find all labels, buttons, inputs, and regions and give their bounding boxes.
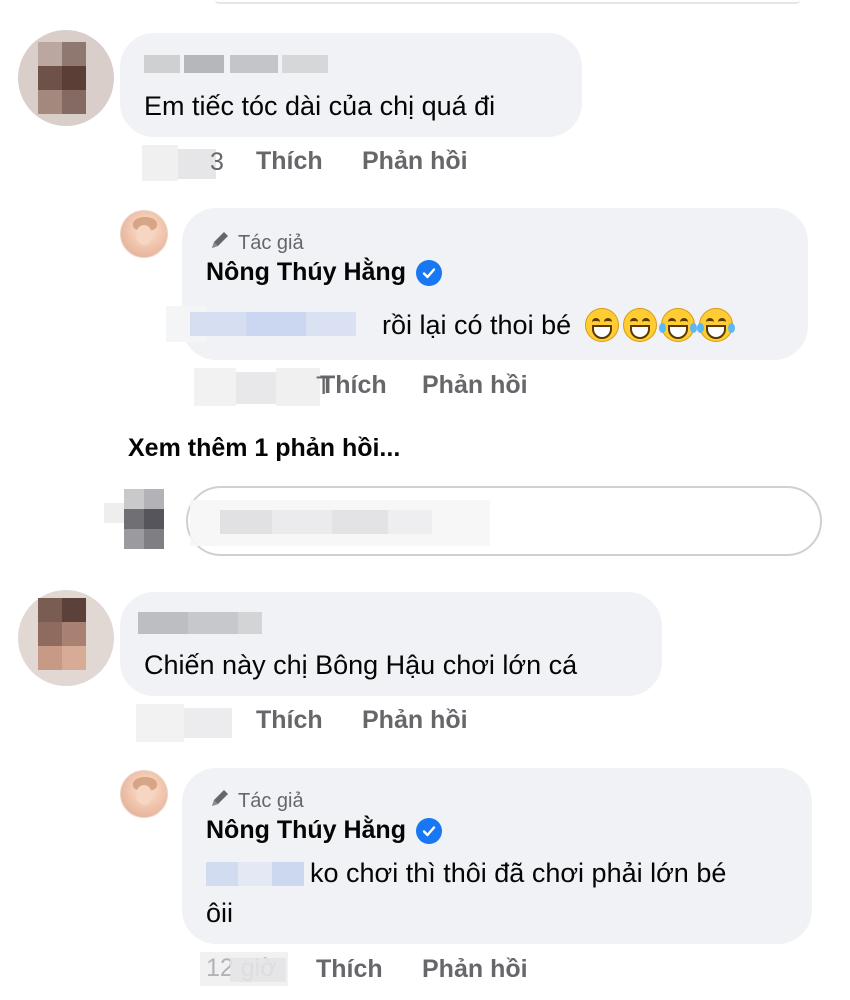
tears-of-joy-emoji [659,308,698,342]
grinning-face-emoji [585,308,620,342]
like-button[interactable]: Thích [316,955,383,984]
commenter-avatar[interactable] [18,590,114,686]
reply-bubble: Tác giả Nông Thúy Hằng ko chơi thì thôi … [182,768,812,944]
verified-check-icon [415,259,442,286]
view-more-replies-link[interactable]: Xem thêm 1 phản hồi... [128,434,400,463]
pencil-icon [208,228,232,258]
author-badge: Tác giả [208,786,304,816]
author-avatar[interactable] [120,210,168,258]
commenter-name-blurred[interactable] [138,608,262,638]
reply-time-blurred[interactable]: 12 giờ [200,952,288,986]
reply-button[interactable]: Phản hồi [362,706,468,735]
author-badge-label: Tác giả [238,789,304,812]
author-name[interactable]: Nông Thúy Hằng [206,258,442,287]
author-badge-label: Tác giả [238,231,304,254]
grinning-face-emoji [623,308,658,342]
reply-button[interactable]: Phản hồi [422,955,528,984]
commenter-avatar[interactable] [18,30,114,126]
current-user-avatar[interactable] [104,485,184,549]
reply-button[interactable]: Phản hồi [362,147,468,176]
like-button[interactable]: Thích [320,371,387,400]
comment-time-blurred[interactable]: 3 [142,145,224,181]
author-name[interactable]: Nông Thúy Hằng [206,816,442,845]
comment-text: Em tiếc tóc dài của chị quá đi [144,91,496,121]
commenter-name-blurred[interactable] [144,51,330,77]
tagged-name-blurred[interactable] [166,302,374,346]
like-button[interactable]: Thích [256,706,323,735]
reply-bubble: Tác giả Nông Thúy Hằng rồi lại có thoi b… [166,208,808,360]
author-badge: Tác giả [208,228,304,258]
tears-of-joy-emoji [697,308,736,342]
reply-button[interactable]: Phản hồi [422,371,528,400]
like-button[interactable]: Thích [256,147,323,176]
reply-text-line2: ôii [206,898,234,928]
reply-input-placeholder-blurred [190,500,490,546]
reply-text-line1: ko chơi thì thôi đã chơi phải lớn bé [310,858,727,888]
comment-bubble: Chiến này chị Bông Hậu chơi lớn cá [120,592,662,696]
comment-time-blurred[interactable] [136,704,232,742]
comment-bubble: Em tiếc tóc dài của chị quá đi [120,33,582,137]
author-avatar[interactable] [120,770,168,818]
reply-time-blurred[interactable]: T [194,368,331,406]
pencil-icon [208,786,232,816]
tagged-name-blurred[interactable] [206,858,306,890]
comment-text: Chiến này chị Bông Hậu chơi lớn cá [144,650,578,680]
verified-check-icon [415,817,442,844]
previous-bubble-edge [215,0,800,4]
reply-text: rồi lại có thoi bé [382,308,736,342]
